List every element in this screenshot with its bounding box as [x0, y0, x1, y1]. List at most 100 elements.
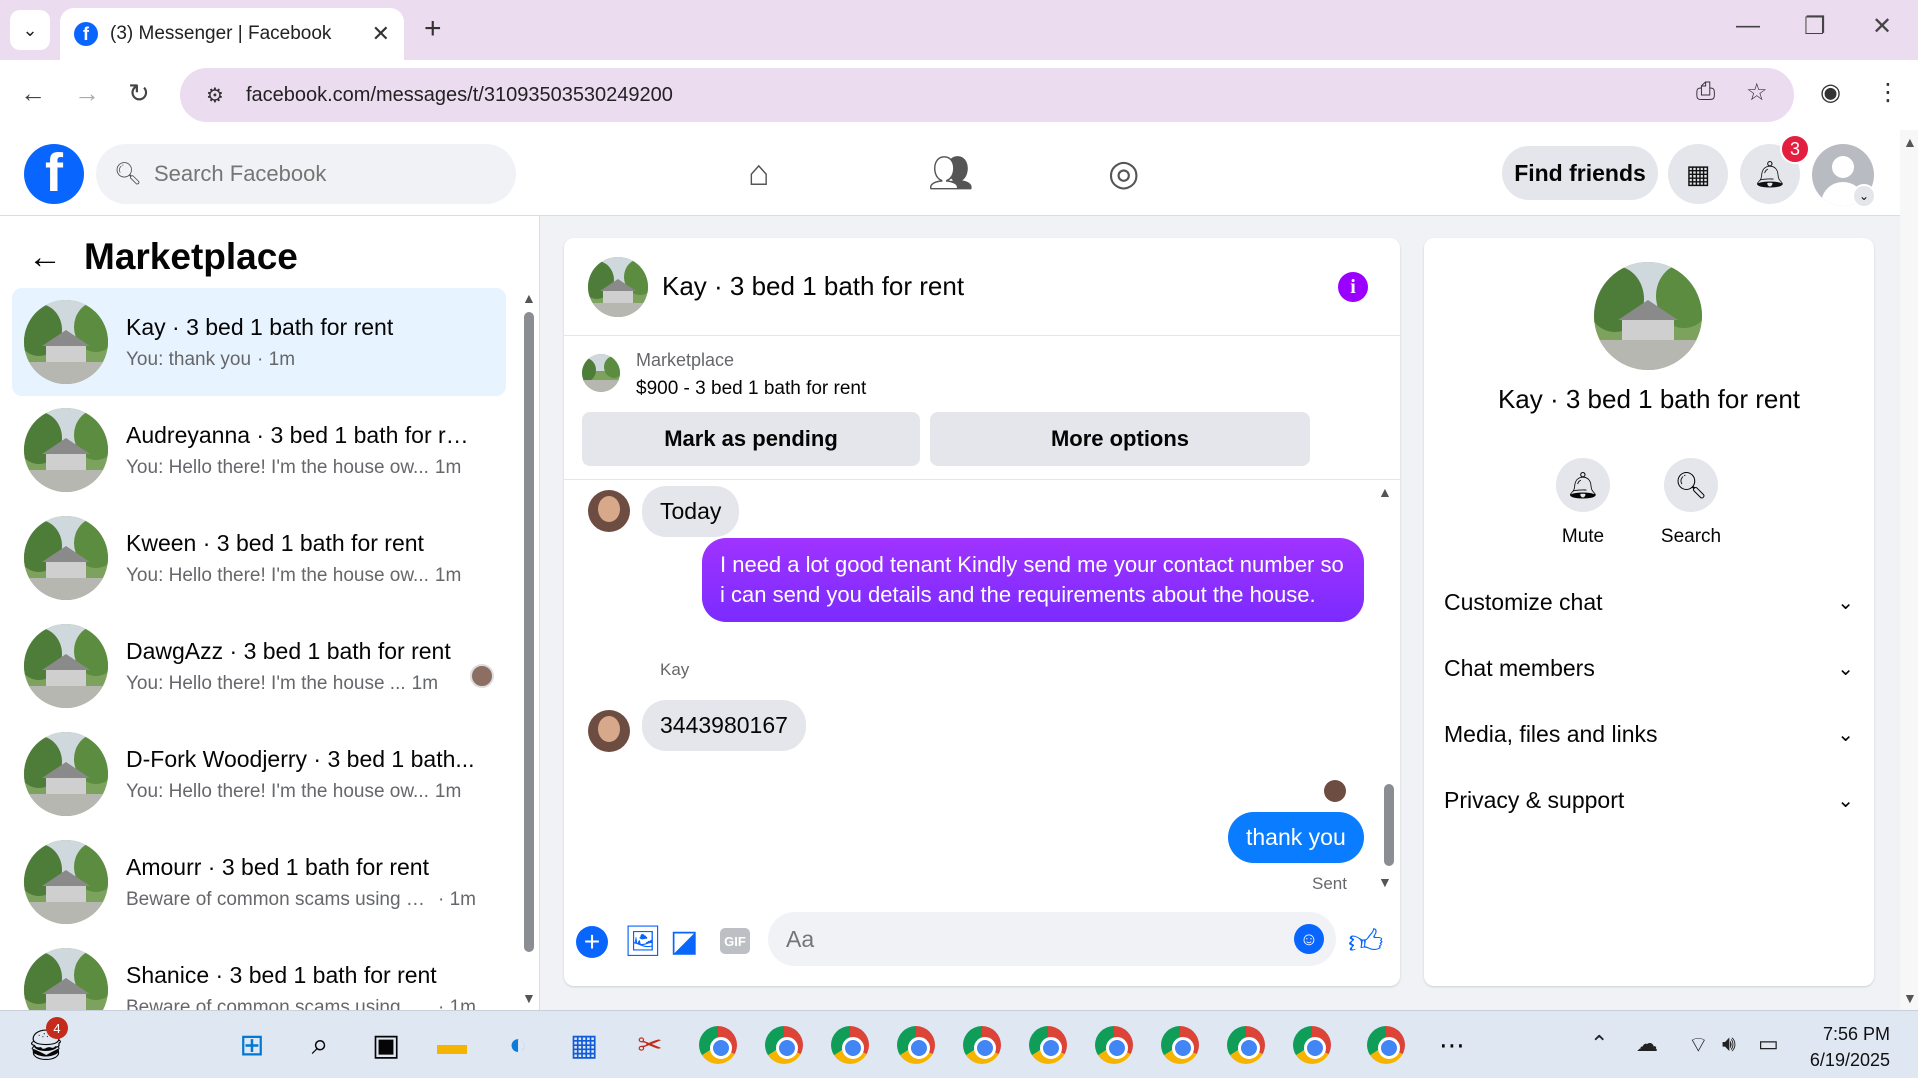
chrome-icon[interactable] — [1366, 1025, 1406, 1065]
conversation-preview: You: Hello there! I'm the house ... — [126, 672, 406, 694]
sender-avatar[interactable] — [588, 710, 630, 752]
chat-scroll-down-arrow-icon[interactable]: ▼ — [1378, 874, 1392, 890]
taskbar-search-icon[interactable]: ⌕ — [300, 1025, 340, 1065]
chrome-icon[interactable] — [896, 1025, 936, 1065]
tab-search-dropdown[interactable]: ⌄ — [10, 10, 50, 50]
site-info-icon[interactable]: ⚙ — [206, 83, 224, 108]
message-input[interactable] — [786, 925, 1266, 953]
chrome-icon[interactable] — [1226, 1025, 1266, 1065]
gif-icon[interactable]: GIF — [720, 928, 750, 954]
search-bar[interactable]: 🔍︎ — [96, 144, 516, 204]
tray-chevron-up-icon[interactable]: ⌃ — [1590, 1031, 1608, 1057]
profile-house-avatar[interactable] — [1594, 262, 1702, 370]
emoji-icon[interactable]: ☺ — [1294, 924, 1324, 954]
conversation-item[interactable]: Shanice · 3 bed 1 bath for rent Beware o… — [12, 936, 506, 1010]
store-icon[interactable]: ▦ — [564, 1025, 604, 1065]
edge-icon[interactable]: ◐ — [498, 1025, 538, 1065]
sender-avatar[interactable] — [588, 490, 630, 532]
scroll-up-arrow-icon[interactable]: ▲ — [522, 290, 536, 306]
bookmark-star-icon[interactable]: ☆ — [1746, 78, 1768, 107]
mute-action[interactable]: 🔔︎ Mute — [1538, 458, 1628, 548]
browser-tab[interactable]: f (3) Messenger | Facebook ✕ — [60, 8, 404, 60]
scroll-down-arrow-icon[interactable]: ▼ — [522, 990, 536, 1006]
reload-icon[interactable]: ↻ — [128, 78, 150, 109]
browser-tab-bar: ⌄ f (3) Messenger | Facebook ✕ + — ❐ ✕ — [0, 0, 1918, 60]
battery-icon[interactable]: ▭ — [1758, 1031, 1779, 1057]
chat-header[interactable]: Kay · 3 bed 1 bath for rent i — [564, 238, 1400, 336]
task-view-icon[interactable]: ▣ — [366, 1025, 406, 1065]
media-files-links-row[interactable]: Media, files and links ⌄ — [1444, 704, 1854, 764]
mark-as-pending-button[interactable]: Mark as pending — [582, 412, 920, 466]
close-tab-icon[interactable]: ✕ — [372, 21, 390, 47]
chrome-icon[interactable] — [1292, 1025, 1332, 1065]
onedrive-icon[interactable]: ☁ — [1636, 1031, 1658, 1057]
page-scroll-down-icon[interactable]: ▼ — [1903, 990, 1917, 1006]
house-thumbnail — [24, 624, 108, 708]
home-icon[interactable]: ⌂ — [748, 152, 770, 194]
search-input[interactable] — [153, 161, 494, 187]
photo-icon[interactable]: 🖼︎ — [624, 924, 662, 959]
install-app-icon[interactable]: ⎙ — [1696, 78, 1715, 106]
new-tab-icon[interactable]: + — [424, 12, 442, 46]
section-label: Customize chat — [1444, 588, 1603, 615]
find-friends-button[interactable]: Find friends — [1502, 146, 1658, 200]
listing-title[interactable]: $900 - 3 bed 1 bath for rent — [636, 378, 866, 400]
volume-icon[interactable]: 🔊︎ — [1722, 1031, 1736, 1057]
system-clock[interactable]: 7:56 PM 6/19/2025 — [1800, 1021, 1890, 1073]
wifi-icon[interactable]: ⌔ — [1688, 1031, 1709, 1059]
chrome-icon[interactable] — [698, 1025, 738, 1065]
back-arrow-icon[interactable]: ← — [28, 238, 62, 277]
chrome-icon[interactable] — [764, 1025, 804, 1065]
conversation-name: DawgAzz · 3 bed 1 bath for rent — [126, 637, 451, 664]
snipping-tool-icon[interactable]: ✂ — [630, 1025, 670, 1065]
account-chevron-down-icon[interactable]: ⌄ — [1852, 184, 1876, 208]
thumbs-up-icon[interactable]: 👍︎ — [1348, 922, 1384, 963]
conversation-list-scrollbar[interactable] — [522, 312, 536, 952]
chrome-icon[interactable] — [1094, 1025, 1134, 1065]
page-scroll-up-icon[interactable]: ▲ — [1903, 134, 1917, 150]
restore-icon[interactable]: ❐ — [1804, 12, 1826, 41]
more-options-button[interactable]: More options — [930, 412, 1310, 466]
chrome-icon[interactable] — [962, 1025, 1002, 1065]
search-action[interactable]: 🔍︎ Search — [1646, 458, 1736, 548]
facebook-logo-icon[interactable]: f — [24, 144, 84, 204]
profile-icon[interactable]: ◉ — [1820, 78, 1841, 107]
address-bar[interactable]: ⚙ facebook.com/messages/t/31093503530249… — [180, 68, 1794, 122]
conversation-item[interactable]: Audreyanna · 3 bed 1 bath for re... You:… — [12, 396, 506, 504]
page-scrollbar[interactable]: ▲ ▼ — [1900, 130, 1918, 1010]
conversation-item[interactable]: Kay · 3 bed 1 bath for rent You: thank y… — [12, 288, 506, 396]
plus-icon[interactable]: + — [576, 926, 608, 958]
info-icon[interactable]: i — [1338, 272, 1368, 302]
chat-members-row[interactable]: Chat members ⌄ — [1444, 638, 1854, 698]
sticker-icon[interactable]: ◪ — [670, 924, 698, 959]
windows-start-icon[interactable]: ⊞ — [232, 1025, 272, 1065]
close-window-icon[interactable]: ✕ — [1872, 12, 1892, 41]
conversation-item[interactable]: Kween · 3 bed 1 bath for rent You: Hello… — [12, 504, 506, 612]
chrome-icon[interactable] — [1028, 1025, 1068, 1065]
groups-icon[interactable]: ◎ — [1108, 152, 1139, 194]
menu-kebab-icon[interactable]: ⋮ — [1876, 78, 1900, 107]
privacy-support-row[interactable]: Privacy & support ⌄ — [1444, 770, 1854, 830]
marketplace-label: Marketplace — [636, 350, 735, 370]
back-icon[interactable]: ← — [20, 78, 46, 109]
listing-thumbnail[interactable] — [582, 354, 620, 392]
tab-title: (3) Messenger | Facebook — [110, 23, 332, 44]
file-explorer-icon[interactable]: ▬ — [432, 1025, 472, 1065]
conversation-item[interactable]: Amourr · 3 bed 1 bath for rent Beware of… — [12, 828, 506, 936]
bell-icon[interactable]: 🔔︎ — [1556, 458, 1610, 512]
incoming-message: Today — [642, 486, 740, 537]
chat-house-avatar — [588, 256, 648, 317]
chrome-icon[interactable] — [830, 1025, 870, 1065]
minimize-icon[interactable]: — — [1736, 12, 1760, 40]
conversation-item[interactable]: DawgAzz · 3 bed 1 bath for rent You: Hel… — [12, 612, 506, 720]
menu-grid-icon[interactable]: ▦ — [1668, 144, 1728, 204]
chat-scrollbar[interactable] — [1382, 484, 1396, 904]
customize-chat-row[interactable]: Customize chat ⌄ — [1444, 572, 1854, 632]
more-apps-icon[interactable]: ⋯ — [1432, 1025, 1472, 1065]
search-conversation-icon[interactable]: 🔍︎ — [1664, 458, 1718, 512]
message-input-box[interactable]: ☺ — [768, 912, 1336, 966]
friends-icon[interactable]: 👥︎ — [928, 152, 974, 194]
forward-icon[interactable]: → — [74, 78, 100, 109]
chrome-icon[interactable] — [1160, 1025, 1200, 1065]
conversation-item[interactable]: D-Fork Woodjerry · 3 bed 1 bath... You: … — [12, 720, 506, 828]
